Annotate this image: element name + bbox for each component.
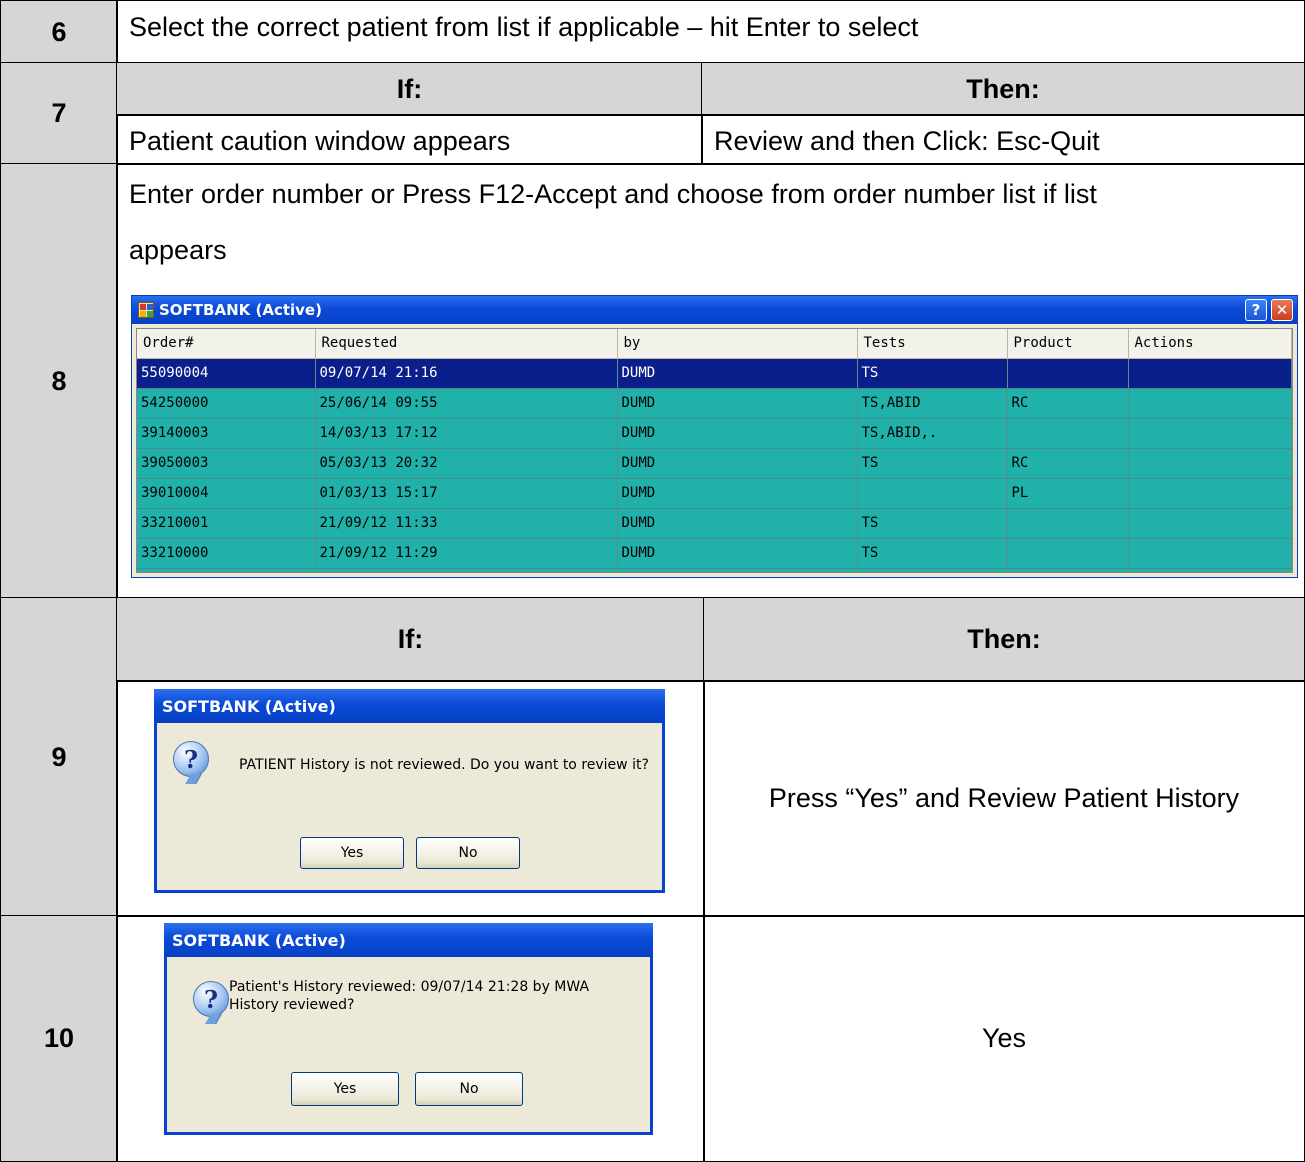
- then-header-7: Then:: [701, 62, 1305, 116]
- order-cell: [1007, 358, 1129, 389]
- order-row[interactable]: 39140003 14/03/13 17:12 DUMD TS,ABID,.: [137, 418, 1292, 449]
- dialog1-yes-button[interactable]: Yes: [300, 837, 404, 869]
- order-cell: [1128, 508, 1292, 539]
- order-grid: Order# Requested by Tests Product Actions 550…: [136, 328, 1293, 573]
- column-header[interactable]: Actions: [1128, 329, 1292, 359]
- order-cell: [1128, 388, 1292, 419]
- order-cell: DUMD: [617, 508, 858, 539]
- step-10-if-cell: SOFTBANK (Active) ? Patient's History re…: [116, 915, 705, 1162]
- step-number-9: 9: [0, 597, 118, 917]
- dialog2-title: SOFTBANK (Active): [172, 930, 346, 950]
- order-window-titlebar: SOFTBANK (Active) ? ✕: [132, 296, 1297, 324]
- order-cell: 21/09/12 11:33: [315, 508, 618, 539]
- order-cell: [1007, 508, 1129, 539]
- order-cell: 21/09/12 11:29: [315, 538, 618, 569]
- order-cell: 05/03/13 20:32: [315, 448, 618, 479]
- then-header-9: Then:: [703, 597, 1305, 682]
- order-cell: [1007, 538, 1129, 569]
- order-cell: TS: [857, 508, 1008, 539]
- order-cell: DUMD: [617, 358, 858, 389]
- order-cell: DUMD: [617, 538, 858, 569]
- history-reviewed-dialog: SOFTBANK (Active) ? Patient's History re…: [164, 923, 653, 1135]
- order-cell: 54250000: [137, 388, 316, 419]
- order-cell: 39050003: [137, 448, 316, 479]
- order-cell: 09/07/14 21:16: [315, 358, 618, 389]
- order-cell: PL: [1007, 478, 1129, 509]
- step-9-if-cell: SOFTBANK (Active) ? PATIENT History is n…: [116, 680, 705, 917]
- order-list-window: SOFTBANK (Active) ? ✕ Order# Requested by T…: [131, 295, 1298, 578]
- history-not-reviewed-dialog: SOFTBANK (Active) ? PATIENT History is n…: [154, 689, 665, 893]
- question-icon: ?: [193, 981, 229, 1017]
- order-cell: 14/03/13 17:12: [315, 418, 618, 449]
- order-grid-header: Order# Requested by Tests Product Actions: [137, 329, 1292, 359]
- step-number-8: 8: [0, 163, 118, 599]
- order-cell: RC: [1007, 448, 1129, 479]
- order-cell: 01/03/13 15:17: [315, 478, 618, 509]
- order-cell: [1128, 418, 1292, 449]
- column-header[interactable]: Tests: [857, 329, 1008, 359]
- question-icon: ?: [173, 741, 209, 777]
- order-cell: TS: [857, 358, 1008, 389]
- order-cell: DUMD: [617, 418, 858, 449]
- step-8-line2: appears: [129, 235, 227, 265]
- dialog2-message-line1: Patient's History reviewed: 09/07/14 21:…: [229, 979, 590, 995]
- close-button[interactable]: ✕: [1271, 299, 1293, 321]
- order-cell: [1128, 448, 1292, 479]
- order-cell: 33210001: [137, 508, 316, 539]
- column-header[interactable]: Order#: [137, 329, 316, 359]
- step-9-then-text: Press “Yes” and Review Patient History: [703, 680, 1305, 917]
- softbank-app-icon: [138, 302, 154, 318]
- dialog1-message: PATIENT History is not reviewed. Do you …: [239, 757, 649, 773]
- help-button[interactable]: ?: [1245, 299, 1267, 321]
- order-row[interactable]: 54250000 25/06/14 09:55 DUMD TS,ABID RC: [137, 388, 1292, 419]
- order-row[interactable]: 55090004 09/07/14 21:16 DUMD TS: [137, 358, 1292, 389]
- order-cell: TS,ABID: [857, 388, 1008, 419]
- order-cell: [1128, 538, 1292, 569]
- order-cell: TS,ABID,.: [857, 418, 1008, 449]
- order-cell: RC: [1007, 388, 1129, 419]
- order-cell: DUMD: [617, 448, 858, 479]
- dialog1-title: SOFTBANK (Active): [162, 696, 336, 716]
- order-cell: 33210000: [137, 538, 316, 569]
- order-cell: 39140003: [137, 418, 316, 449]
- order-cell: TS: [857, 538, 1008, 569]
- dialog1-titlebar: SOFTBANK (Active): [154, 689, 665, 723]
- order-cell: TS: [857, 448, 1008, 479]
- step-number-7: 7: [0, 62, 118, 165]
- column-header[interactable]: Product: [1007, 329, 1129, 359]
- order-cell: [1128, 358, 1292, 389]
- step-10-then-text: Yes: [703, 915, 1305, 1162]
- step-8-line1: Enter order number or Press F12-Accept a…: [129, 179, 1097, 209]
- step-8-content: Enter order number or Press F12-Accept a…: [116, 163, 1305, 599]
- if-header-7: If:: [116, 62, 703, 116]
- column-header[interactable]: Requested: [315, 329, 618, 359]
- if-header-9: If:: [116, 597, 705, 682]
- order-cell: DUMD: [617, 388, 858, 419]
- order-row[interactable]: 33210000 21/09/12 11:29 DUMD TS: [137, 538, 1292, 569]
- dialog1-no-button[interactable]: No: [416, 837, 520, 869]
- column-header[interactable]: by: [617, 329, 858, 359]
- order-row[interactable]: 39050003 05/03/13 20:32 DUMD TS RC: [137, 448, 1292, 479]
- order-cell: [1128, 478, 1292, 509]
- order-cell: 25/06/14 09:55: [315, 388, 618, 419]
- order-window-title: SOFTBANK (Active): [159, 301, 322, 319]
- order-row[interactable]: 39010004 01/03/13 15:17 DUMD PL: [137, 478, 1292, 509]
- dialog2-yes-button[interactable]: Yes: [291, 1072, 399, 1106]
- step-number-10: 10: [0, 915, 118, 1162]
- step-7-if-text: Patient caution window appears: [116, 114, 703, 165]
- dialog2-no-button[interactable]: No: [415, 1072, 523, 1106]
- order-row[interactable]: 33210001 21/09/12 11:33 DUMD TS: [137, 508, 1292, 539]
- order-cell: DUMD: [617, 478, 858, 509]
- order-cell: [1007, 418, 1129, 449]
- step-7-then-text: Review and then Click: Esc-Quit: [701, 114, 1305, 165]
- step-number-6: 6: [0, 0, 118, 64]
- dialog2-message-line2: History reviewed?: [229, 997, 355, 1013]
- order-cell: 55090004: [137, 358, 316, 389]
- order-cell: 39010004: [137, 478, 316, 509]
- step-6-text: Select the correct patient from list if …: [116, 0, 1305, 64]
- dialog2-titlebar: SOFTBANK (Active): [164, 923, 653, 957]
- order-cell: [857, 478, 1008, 509]
